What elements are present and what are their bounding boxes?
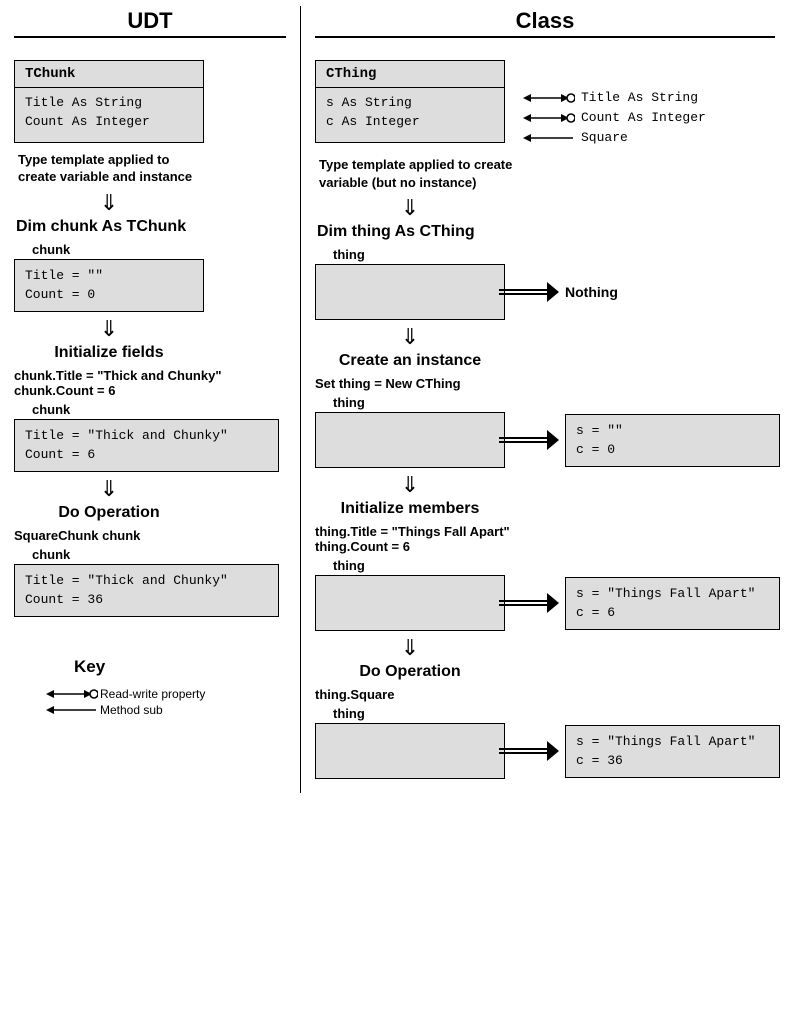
anno-square-method: Square <box>519 128 706 148</box>
udt-var-label-1: chunk <box>32 242 286 257</box>
down-arrow-icon: ⇓ <box>315 468 505 500</box>
class-interface-annotations: Title As String Count As Integer <box>519 60 706 148</box>
class-title: Class <box>315 8 775 38</box>
class-instance-2: s = "" c = 0 <box>565 414 780 467</box>
read-write-property-icon <box>519 111 575 125</box>
legend-row-method: Method sub <box>44 703 286 717</box>
udt-init-box: Title = "" Count = 0 <box>14 259 204 312</box>
class-ref-inst2: s = "" c = 0 <box>315 412 789 468</box>
nothing-label: Nothing <box>565 284 618 300</box>
class-template-caption: Type template applied to create variable… <box>315 156 515 191</box>
class-type-members: s As String c As Integer <box>316 88 504 142</box>
read-write-property-icon <box>519 91 575 105</box>
legend-row-rw: Read-write property <box>44 687 286 701</box>
udt-step2-code: chunk.Title = "Thick and Chunky" chunk.C… <box>14 368 286 398</box>
class-var-label-4: thing <box>333 706 789 721</box>
class-type-wrap: CThing s As String c As Integer Title As… <box>315 60 789 148</box>
read-write-property-icon <box>44 687 100 701</box>
udt-template-caption: Type template applied to create variable… <box>14 151 204 186</box>
udt-var-label-3: chunk <box>32 547 286 562</box>
class-refbox-3 <box>315 575 505 631</box>
class-ref-nothing: Nothing <box>315 264 789 320</box>
diagram-root: UDT TChunk Title As String Count As Inte… <box>0 0 803 799</box>
udt-type-name: TChunk <box>15 61 203 88</box>
class-instance-4: s = "Things Fall Apart" c = 36 <box>565 725 780 778</box>
pointer-arrow-icon <box>499 282 559 302</box>
class-type-box: CThing s As String c As Integer <box>315 60 505 143</box>
class-refbox-2 <box>315 412 505 468</box>
down-arrow-icon: ⇓ <box>315 320 505 352</box>
anno-count-prop: Count As Integer <box>519 108 706 128</box>
class-step4-code: thing.Square <box>315 687 789 702</box>
class-var-label-2: thing <box>333 395 789 410</box>
class-ref-inst4: s = "Things Fall Apart" c = 36 <box>315 723 789 779</box>
class-column: Class CThing s As String c As Integer <box>301 0 803 799</box>
udt-step3-box: Title = "Thick and Chunky" Count = 36 <box>14 564 279 617</box>
pointer-arrow-icon <box>499 430 559 450</box>
udt-step3-code: SquareChunk chunk <box>14 528 286 543</box>
class-dim-stmt: Dim thing As CThing <box>315 223 789 241</box>
class-var-label-1: thing <box>333 247 789 262</box>
down-arrow-icon: ⇓ <box>315 191 505 223</box>
anno-count-text: Count As Integer <box>581 108 706 128</box>
method-sub-icon <box>519 131 575 145</box>
down-arrow-icon: ⇓ <box>14 472 204 504</box>
anno-title-text: Title As String <box>581 88 698 108</box>
anno-title-prop: Title As String <box>519 88 706 108</box>
legend-rw-label: Read-write property <box>100 687 205 701</box>
legend-title: Key <box>44 657 286 677</box>
class-refbox-1 <box>315 264 505 320</box>
class-ref-inst3: s = "Things Fall Apart" c = 6 <box>315 575 789 631</box>
down-arrow-icon: ⇓ <box>14 312 204 344</box>
udt-dim-stmt: Dim chunk As TChunk <box>14 218 286 236</box>
udt-step2-title: Initialize fields <box>14 344 204 362</box>
class-var-label-3: thing <box>333 558 789 573</box>
class-instance-3: s = "Things Fall Apart" c = 6 <box>565 577 780 630</box>
udt-type-members: Title As String Count As Integer <box>15 88 203 142</box>
udt-step3-title: Do Operation <box>14 504 204 522</box>
class-step2-code: Set thing = New CThing <box>315 376 789 391</box>
class-step4-title: Do Operation <box>315 663 505 681</box>
udt-step2-box: Title = "Thick and Chunky" Count = 6 <box>14 419 279 472</box>
pointer-arrow-icon <box>499 593 559 613</box>
udt-var-label-2: chunk <box>32 402 286 417</box>
udt-title: UDT <box>14 8 286 38</box>
class-step2-title: Create an instance <box>315 352 505 370</box>
class-refbox-4 <box>315 723 505 779</box>
legend: Key Read-write property <box>14 657 286 717</box>
udt-type-box: TChunk Title As String Count As Integer <box>14 60 204 143</box>
class-type-name: CThing <box>316 61 504 88</box>
legend-method-label: Method sub <box>100 703 163 717</box>
down-arrow-icon: ⇓ <box>14 186 204 218</box>
down-arrow-icon: ⇓ <box>315 631 505 663</box>
udt-column: UDT TChunk Title As String Count As Inte… <box>0 0 300 799</box>
anno-square-text: Square <box>581 128 628 148</box>
class-step3-title: Initialize members <box>315 500 505 518</box>
class-step3-code: thing.Title = "Things Fall Apart" thing.… <box>315 524 789 554</box>
pointer-arrow-icon <box>499 741 559 761</box>
method-sub-icon <box>44 703 100 717</box>
